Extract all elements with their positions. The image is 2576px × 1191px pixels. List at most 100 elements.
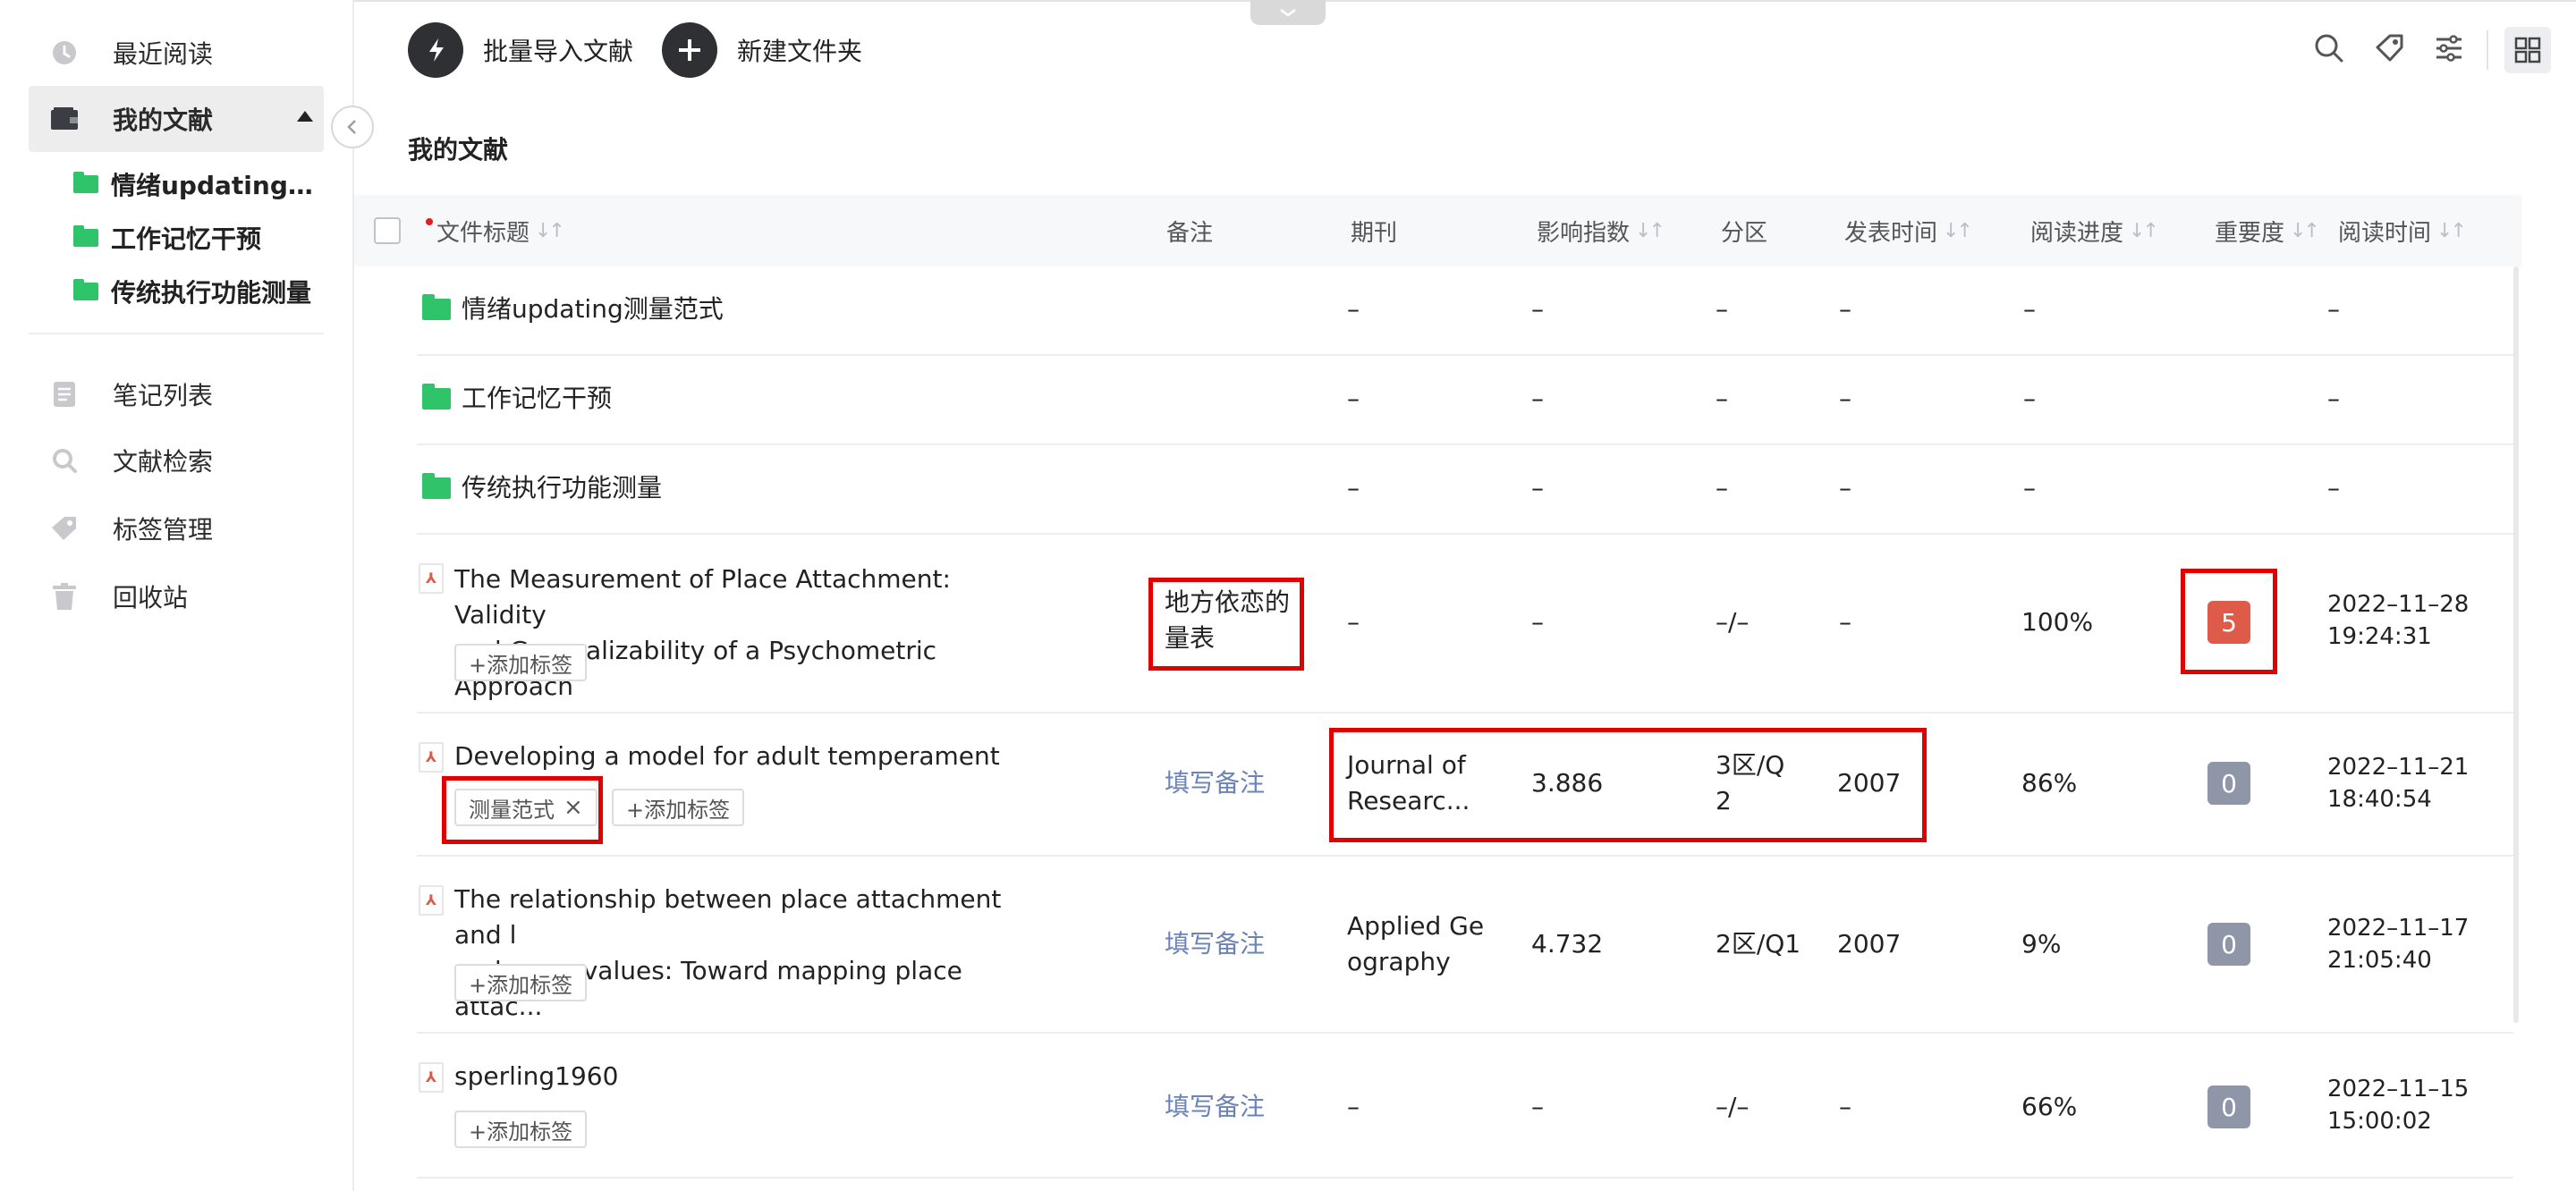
sort-icon[interactable]: ↓↑	[2290, 220, 2320, 242]
table-row-folder[interactable]: 工作记忆干预 – – – – – –	[417, 356, 2513, 445]
table-row-paper[interactable]: ⅄ The relationship between place attachm…	[417, 857, 2513, 1034]
fill-note-link[interactable]: 填写备注	[1165, 1089, 1265, 1125]
column-importance[interactable]: 重要度 ↓↑	[2215, 195, 2320, 266]
toolbar-divider	[2487, 30, 2488, 70]
tag-icon[interactable]	[2372, 30, 2408, 66]
add-tag-button[interactable]: +添加标签	[454, 644, 588, 681]
sort-icon[interactable]: ↓↑	[1635, 220, 1665, 242]
clock-icon	[48, 37, 80, 69]
sort-icon[interactable]: ↓↑	[535, 220, 565, 242]
table-header: 文件标题 ↓↑ 备注 期刊 影响指数 ↓↑ 分区 发表时间 ↓↑ 阅读进度 ↓↑ 重要…	[354, 195, 2522, 266]
sidebar-folder-executive[interactable]: 传统执行功能测量	[73, 266, 324, 317]
progress-cell: –	[2023, 473, 2036, 503]
collapse-sidebar-button[interactable]	[331, 106, 374, 148]
add-tag-button[interactable]: +添加标签	[454, 964, 588, 1001]
impact-cell: –	[1531, 473, 1544, 503]
sidebar-item-tags[interactable]: 标签管理	[29, 495, 324, 562]
importance-badge[interactable]: 0	[2207, 923, 2250, 966]
importance-badge[interactable]: 0	[2207, 1085, 2250, 1128]
note-line: 量表	[1165, 623, 1216, 653]
zone-cell: –	[1716, 384, 1728, 413]
column-pubdate[interactable]: 发表时间 ↓↑	[1844, 195, 1973, 266]
zone-cell: –/–	[1716, 1092, 1750, 1121]
folder-name[interactable]: 情绪updating测量范式	[462, 291, 724, 327]
add-tag-button[interactable]: +添加标签	[612, 789, 745, 826]
folder-icon	[73, 172, 98, 193]
tag-chip[interactable]: 测量范式 ×	[454, 789, 597, 826]
add-tag-button[interactable]: +添加标签	[454, 1111, 588, 1148]
pdf-icon: ⅄	[419, 1062, 444, 1093]
sort-icon[interactable]: ↓↑	[1943, 220, 1973, 242]
column-importance-label: 重要度	[2215, 219, 2285, 247]
pdf-icon: ⅄	[419, 742, 444, 773]
table-row-paper[interactable]: ⅄ The Measurement of Place Attachment: V…	[417, 535, 2513, 714]
read-time: 21:05:40	[2327, 947, 2432, 974]
column-impact[interactable]: 影响指数 ↓↑	[1537, 195, 1665, 266]
select-all-checkbox[interactable]	[374, 217, 401, 244]
wallet-icon	[48, 103, 80, 135]
table-row-paper[interactable]: ⅄ Developing a model for adult temperame…	[417, 714, 2513, 857]
paper-title[interactable]: Developing a model for adult temperament	[454, 739, 1027, 774]
note-list-icon	[48, 378, 80, 410]
column-pubdate-label: 发表时间	[1844, 219, 1938, 247]
sort-icon[interactable]: ↓↑	[2129, 220, 2159, 242]
folder-name[interactable]: 传统执行功能测量	[462, 470, 662, 506]
caret-up-icon[interactable]	[297, 111, 313, 122]
progress-cell: 100%	[2021, 607, 2094, 637]
read-date: 2022–11–28	[2327, 591, 2470, 618]
paper-title-line: The Measurement of Place Attachment: Val…	[454, 564, 951, 629]
impact-cell: –	[1531, 607, 1544, 637]
batch-import-label: 批量导入文献	[483, 37, 634, 66]
folder-name[interactable]: 工作记忆干预	[462, 381, 612, 417]
paper-title[interactable]: The Measurement of Place Attachment: Val…	[454, 562, 1027, 705]
table-row-folder[interactable]: 传统执行功能测量 – – – – – –	[417, 445, 2513, 535]
journal-line: Applied Ge	[1347, 911, 1485, 941]
batch-import-button[interactable]: 批量导入文献	[408, 21, 633, 79]
fill-note-link[interactable]: 填写备注	[1165, 765, 1265, 801]
sort-icon[interactable]: ↓↑	[2436, 220, 2467, 242]
zone-line: 2	[1716, 786, 1732, 815]
journal-cell: –	[1347, 384, 1360, 413]
new-folder-button[interactable]: 新建文件夹	[662, 21, 862, 79]
sidebar-folder-emotion[interactable]: 情绪updating测...	[73, 159, 324, 209]
column-readtime[interactable]: 阅读时间 ↓↑	[2338, 195, 2467, 266]
table-row-folder[interactable]: 情绪updating测量范式 – – – – – –	[417, 266, 2513, 356]
search-icon[interactable]	[2311, 30, 2347, 66]
paper-title[interactable]: sperling1960	[454, 1059, 1027, 1094]
sidebar-item-label: 回收站	[113, 583, 189, 612]
journal-cell: –	[1347, 294, 1360, 324]
fill-note-link[interactable]: 填写备注	[1165, 926, 1265, 962]
sidebar-item-notes[interactable]: 笔记列表	[29, 361, 324, 427]
close-icon[interactable]: ×	[564, 794, 583, 821]
journal-cell: Applied Ge ography	[1347, 908, 1484, 980]
sidebar-item-label: 标签管理	[113, 515, 214, 545]
importance-badge[interactable]: 0	[2207, 762, 2250, 805]
folder-icon	[73, 225, 98, 247]
column-zone-label: 分区	[1721, 219, 1768, 247]
column-zone: 分区	[1721, 195, 1767, 266]
impact-cell: –	[1531, 1092, 1544, 1121]
folder-label: 情绪updating测...	[111, 171, 324, 200]
column-title[interactable]: 文件标题 ↓↑	[426, 195, 565, 266]
sidebar-folder-working-memory[interactable]: 工作记忆干预	[73, 213, 324, 263]
sidebar-item-my-docs[interactable]: 我的文献	[29, 86, 324, 152]
pubdate-cell: 2007	[1837, 768, 1902, 798]
impact-cell: 4.732	[1531, 929, 1604, 959]
importance-badge[interactable]: 5	[2207, 601, 2250, 644]
vertical-scrollbar[interactable]	[2513, 266, 2519, 1023]
column-progress[interactable]: 阅读进度 ↓↑	[2030, 195, 2159, 266]
readtime-cell: –	[2327, 473, 2340, 503]
filter-settings-icon[interactable]	[2431, 30, 2467, 66]
tag-icon	[48, 512, 80, 545]
top-pull-handle[interactable]	[1250, 0, 1326, 25]
grid-view-button[interactable]	[2504, 27, 2551, 73]
table-row-paper[interactable]: ⅄ sperling1960 +添加标签 填写备注 – – –/– – 66% …	[417, 1034, 2513, 1178]
folder-label: 工作记忆干预	[111, 224, 262, 254]
sidebar-item-recent[interactable]: 最近阅读	[29, 20, 324, 86]
sidebar-item-trash[interactable]: 回收站	[29, 563, 324, 629]
paper-title[interactable]: The relationship between place attachmen…	[454, 882, 1027, 1025]
note-cell[interactable]: 地方依恋的 量表	[1165, 585, 1290, 656]
pubdate-cell: 2007	[1837, 929, 1902, 959]
pubdate-cell: –	[1839, 607, 1852, 637]
sidebar-item-search[interactable]: 文献检索	[29, 427, 324, 494]
